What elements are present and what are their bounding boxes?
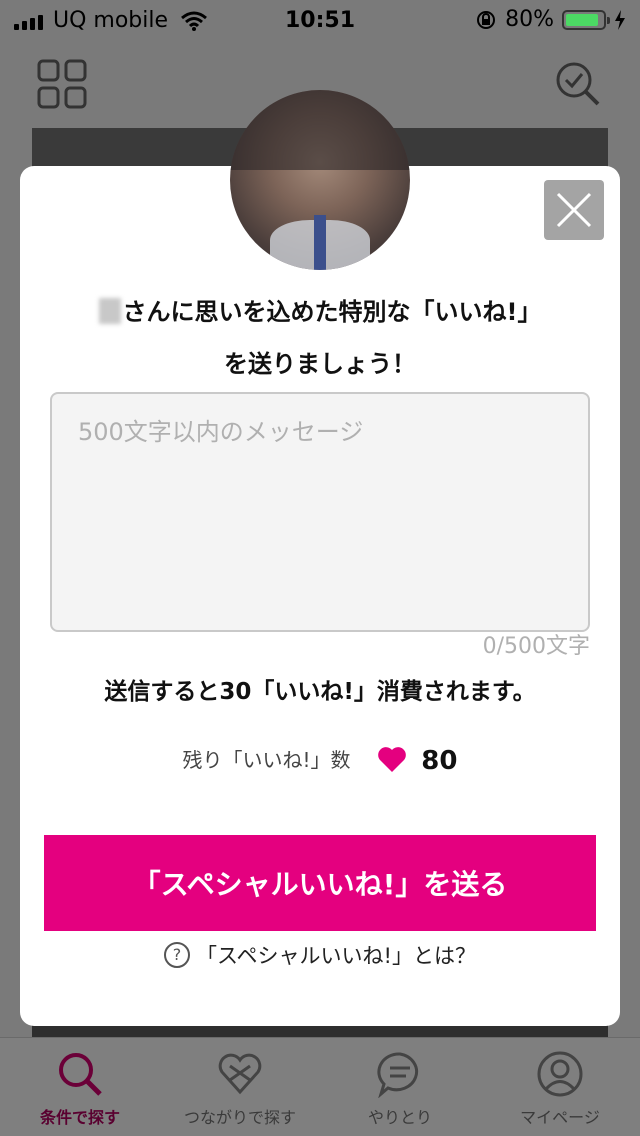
blurred-name — [98, 298, 121, 324]
message-input[interactable]: 500文字以内のメッセージ — [50, 392, 590, 632]
consume-notice: 送信すると30「いいね!」消費されます。 — [104, 679, 536, 705]
close-icon — [556, 192, 592, 228]
help-link-label: 「スペシャルいいね!」とは？ — [196, 944, 476, 968]
tab-bar: 条件で探す つながりで探す やりとり マイページ — [0, 1037, 640, 1136]
tab-messages[interactable]: やりとり — [320, 1038, 480, 1136]
modal-headline: さんに思いを込めた特別な「いいね!」 を送りましょう！ — [20, 286, 620, 390]
battery-percent: 80% — [505, 7, 554, 32]
charging-icon — [615, 9, 625, 30]
headline-line2: を送りましょう！ — [224, 350, 416, 378]
headline-line1: さんに思いを込めた特別な「いいね!」 — [122, 298, 542, 326]
char-counter: 0/500文字 — [482, 634, 590, 659]
remaining-count: 80 — [421, 746, 458, 776]
search-icon — [59, 1053, 102, 1096]
tab-label: やりとり — [367, 1108, 432, 1127]
special-like-help-link[interactable]: ? 「スペシャルいいね!」とは？ — [20, 940, 620, 970]
tab-label: マイページ — [520, 1108, 600, 1127]
grid-icon[interactable] — [36, 58, 88, 110]
user-icon — [537, 1051, 583, 1097]
close-button[interactable] — [544, 180, 604, 240]
remaining-likes: 残り「いいね!」数 80 — [20, 744, 620, 776]
chat-icon — [377, 1052, 419, 1098]
orientation-lock-icon — [477, 10, 496, 29]
remaining-label: 残り「いいね!」数 — [182, 748, 351, 772]
tab-search-conditions[interactable]: 条件で探す — [0, 1038, 160, 1136]
heart-icon — [378, 747, 406, 772]
send-special-like-button[interactable]: 「スペシャルいいね!」を送る — [44, 835, 596, 931]
tab-search-connections[interactable]: つながりで探す — [160, 1038, 320, 1136]
avatar — [230, 90, 410, 270]
search-check-icon[interactable] — [552, 58, 604, 110]
tab-my-page[interactable]: マイページ — [480, 1038, 640, 1136]
tab-label: 条件で探す — [39, 1108, 120, 1127]
status-bar: UQ mobile 10:51 80% — [0, 0, 640, 40]
heart-connect-icon — [218, 1053, 262, 1095]
battery-icon — [562, 9, 610, 30]
question-icon: ? — [164, 942, 191, 968]
tab-label: つながりで探す — [183, 1108, 296, 1127]
message-placeholder: 500文字以内のメッセージ — [78, 418, 364, 446]
